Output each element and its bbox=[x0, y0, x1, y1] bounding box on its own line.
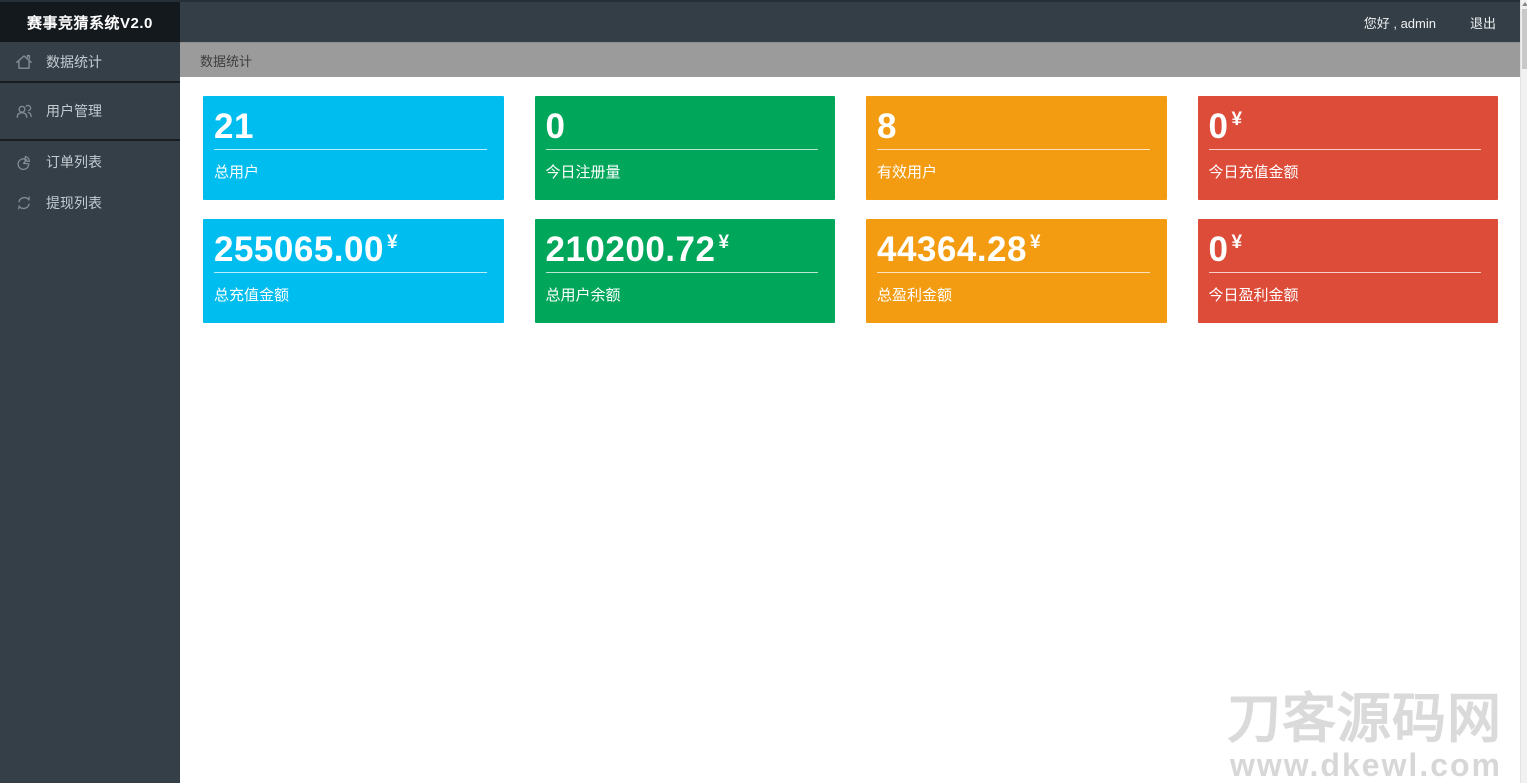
stat-card: 21 总用户 bbox=[203, 96, 504, 200]
stat-value: 0 bbox=[546, 107, 822, 146]
card-divider bbox=[1209, 149, 1482, 150]
card-divider bbox=[214, 272, 487, 273]
users-icon bbox=[14, 101, 34, 121]
scrollbar-thumb[interactable] bbox=[1522, 9, 1527, 69]
scrollbar[interactable] bbox=[1520, 0, 1527, 783]
sidebar-item-label: 用户管理 bbox=[46, 101, 102, 121]
home-icon bbox=[14, 52, 34, 72]
stat-value: 8 bbox=[877, 107, 1153, 146]
stat-value: 21 bbox=[214, 107, 490, 146]
stat-card: 255065.00¥ 总充值金额 bbox=[203, 219, 504, 323]
card-divider bbox=[877, 272, 1150, 273]
stat-card: 210200.72¥ 总用户余额 bbox=[535, 219, 836, 323]
card-divider bbox=[214, 149, 487, 150]
stat-label: 今日注册量 bbox=[546, 161, 822, 182]
breadcrumb-title: 数据统计 bbox=[200, 51, 252, 70]
stat-card: 44364.28¥ 总盈利金额 bbox=[866, 219, 1167, 323]
stat-label: 今日盈利金额 bbox=[1209, 284, 1485, 305]
sidebar: 数据统计 用户管理 订单列表 bbox=[0, 42, 180, 783]
currency-symbol: ¥ bbox=[718, 230, 729, 256]
stat-card: 0¥ 今日盈利金额 bbox=[1198, 219, 1499, 323]
card-divider bbox=[546, 149, 819, 150]
stat-label: 总盈利金额 bbox=[877, 284, 1153, 305]
currency-symbol: ¥ bbox=[387, 230, 398, 256]
stat-card: 0¥ 今日充值金额 bbox=[1198, 96, 1499, 200]
card-divider bbox=[877, 149, 1150, 150]
stat-value: 44364.28¥ bbox=[877, 230, 1153, 269]
logout-link[interactable]: 退出 bbox=[1470, 13, 1496, 32]
stat-label: 今日充值金额 bbox=[1209, 161, 1485, 182]
app-title: 赛事竞猜系统V2.0 bbox=[0, 2, 180, 42]
card-divider bbox=[546, 272, 819, 273]
stat-value: 210200.72¥ bbox=[546, 230, 822, 269]
sidebar-item-user-management[interactable]: 用户管理 bbox=[0, 83, 180, 141]
currency-symbol: ¥ bbox=[1030, 230, 1041, 256]
main-content: 数据统计 21 总用户 0 今日注册量 8 有效用户 0¥ 今日充值金额 255… bbox=[180, 42, 1520, 783]
stat-value: 0¥ bbox=[1209, 230, 1485, 269]
scrollbar-up-arrow-icon[interactable] bbox=[1522, 2, 1527, 6]
sidebar-item-label: 数据统计 bbox=[46, 52, 102, 72]
stat-value: 0¥ bbox=[1209, 107, 1485, 146]
sidebar-item-order-list[interactable]: 订单列表 bbox=[0, 141, 180, 183]
topbar: 赛事竞猜系统V2.0 您好 , admin 退出 bbox=[0, 0, 1520, 42]
card-divider bbox=[1209, 272, 1482, 273]
breadcrumb: 数据统计 bbox=[180, 42, 1520, 77]
sidebar-item-label: 订单列表 bbox=[46, 152, 102, 172]
sidebar-item-label: 提现列表 bbox=[46, 193, 102, 213]
sidebar-item-withdraw-list[interactable]: 提现列表 bbox=[0, 183, 180, 223]
stat-card: 8 有效用户 bbox=[866, 96, 1167, 200]
currency-symbol: ¥ bbox=[1231, 230, 1242, 256]
stat-label: 总用户 bbox=[214, 161, 490, 182]
stat-label: 总用户余额 bbox=[546, 284, 822, 305]
stat-cards-grid: 21 总用户 0 今日注册量 8 有效用户 0¥ 今日充值金额 255065.0… bbox=[180, 77, 1520, 323]
topbar-user-area: 您好 , admin 退出 bbox=[1364, 13, 1520, 32]
stat-label: 有效用户 bbox=[877, 161, 1153, 182]
stat-value: 255065.00¥ bbox=[214, 230, 490, 269]
stat-card: 0 今日注册量 bbox=[535, 96, 836, 200]
refresh-icon bbox=[14, 193, 34, 213]
currency-symbol: ¥ bbox=[1231, 107, 1242, 133]
stat-label: 总充值金额 bbox=[214, 284, 490, 305]
greeting-text: 您好 , admin bbox=[1364, 13, 1436, 32]
sidebar-item-data-stats[interactable]: 数据统计 bbox=[0, 42, 180, 83]
pie-chart-icon bbox=[14, 152, 34, 172]
